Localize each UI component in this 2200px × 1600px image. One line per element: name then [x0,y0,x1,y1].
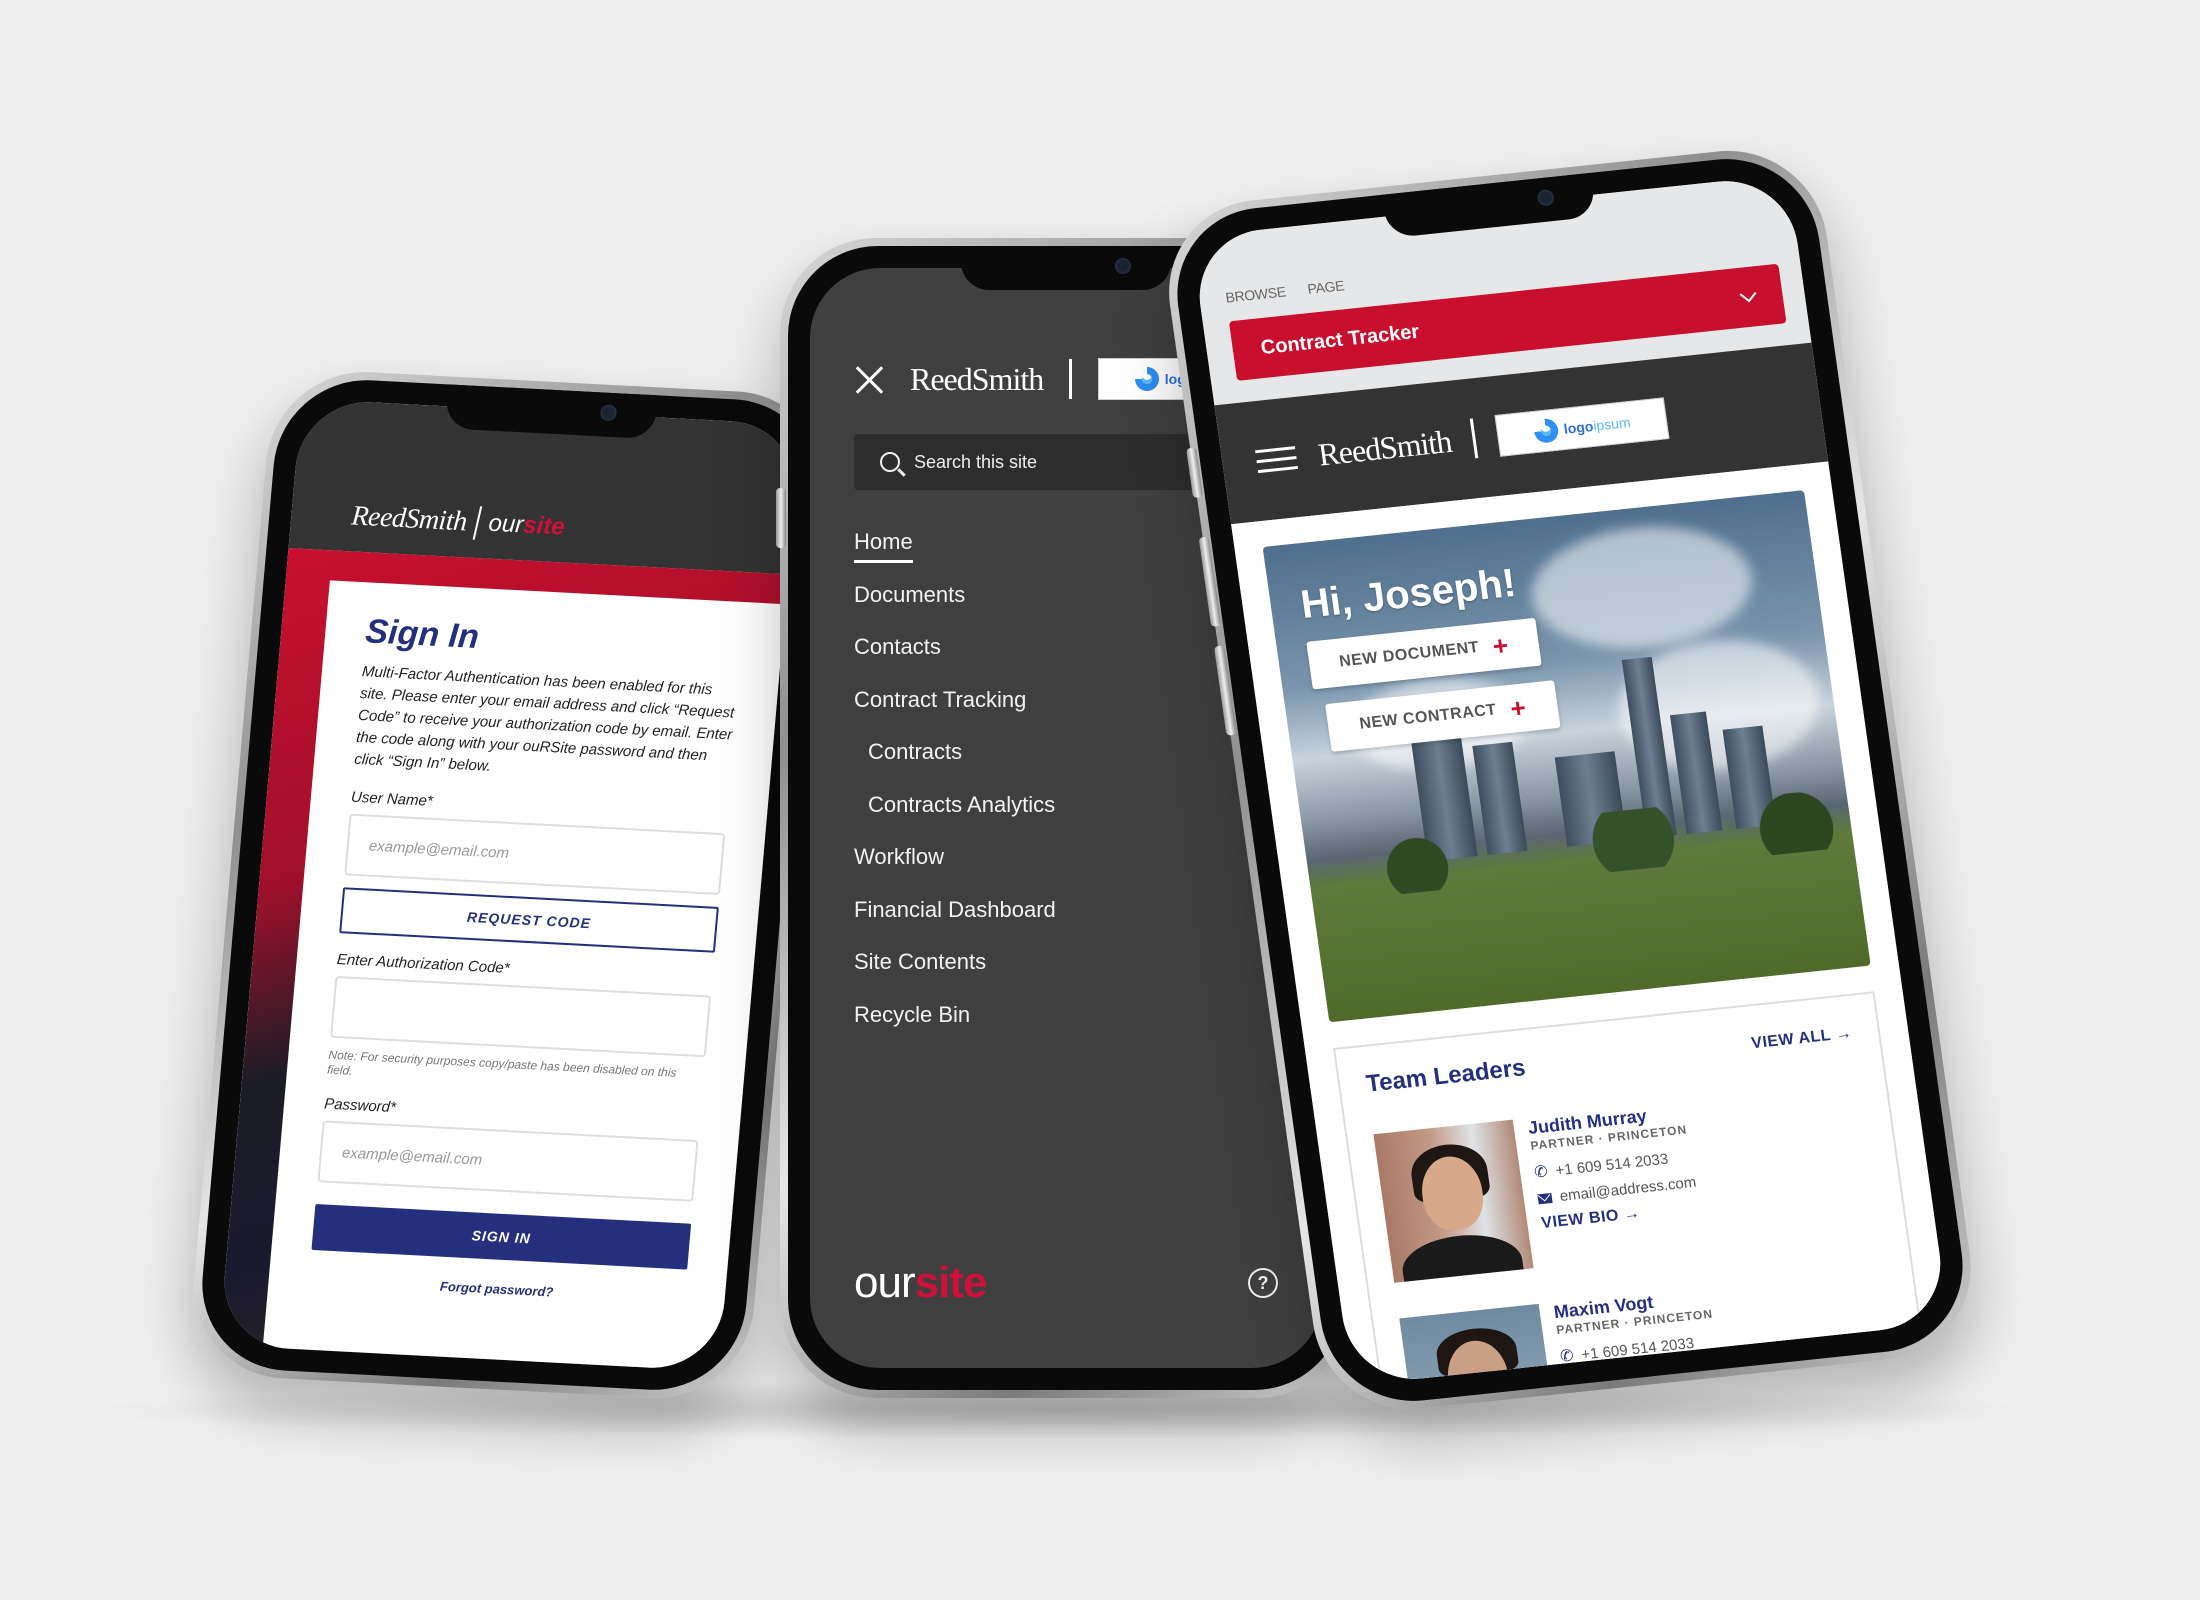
logo-divider [472,506,483,540]
forgot-password-link[interactable]: Forgot password? [308,1272,685,1307]
nav-item-label: Contracts Analytics [868,791,1056,817]
logo-divider [1469,418,1479,459]
partner-logo: logoipsum [1494,397,1670,457]
menu-footer: oursite ? [854,1258,1278,1308]
search-icon [880,452,900,472]
nav-item-label: Contract Tracking [854,686,1027,712]
team-leaders-card: Team Leaders VIEW ALL → Judith Murray PA… [1333,991,1943,1386]
auth-code-input[interactable] [330,975,712,1058]
signin-card: Sign In Multi-Factor Authentication has … [262,580,786,1372]
logo-text-accent: ipsum [1592,414,1632,434]
leader-phone[interactable]: +1 609 514 2033 [1580,1334,1695,1363]
nav-item-site-contents[interactable]: Site Contents [854,936,1322,989]
new-document-label: NEW DOCUMENT [1338,638,1481,671]
leader-phone[interactable]: +1 609 514 2033 [1554,1150,1669,1179]
hero-banner: Hi, Joseph! NEW DOCUMENT + NEW CONTRACT … [1262,490,1871,1023]
nav-item-label: Financial Dashboard [854,896,1056,922]
nav-item-label: Contracts [868,739,963,764]
oursite-suffix: site [522,511,566,541]
close-icon[interactable] [854,364,884,394]
nav-item-label: Documents [854,581,966,607]
team-leaders-title: Team Leaders [1364,1054,1528,1098]
reedsmith-logo: ReedSmith [910,360,1044,397]
site-selector-label: Contract Tracker [1259,320,1421,359]
phone-side-button [776,488,786,548]
logoipsum-mark-icon [1134,367,1159,391]
auth-code-note: Note: For security purposes copy/paste h… [326,1047,678,1080]
oursite-prefix: our [854,1258,916,1307]
nav-item-label: Site Contents [854,949,987,974]
phone-notch [961,246,1171,290]
oursite-logo: oursite [854,1258,988,1308]
oursite-prefix: our [487,509,525,539]
signin-description: Multi-Factor Authentication has been ena… [353,663,735,775]
signin-background: Sign In Multi-Factor Authentication has … [218,548,789,1372]
signin-title: Sign In [363,612,481,657]
plus-icon: + [1508,692,1529,724]
new-document-button[interactable]: NEW DOCUMENT + [1306,617,1542,690]
camera-icon [1536,188,1555,207]
logo-text-main: logo [1562,417,1595,437]
avatar [1373,1119,1534,1283]
help-icon[interactable]: ? [1248,1268,1278,1298]
ribbon-tab-browse[interactable]: BROWSE [1224,283,1286,305]
phone-icon: ✆ [1559,1347,1575,1366]
mail-icon [1537,1192,1553,1204]
oursite-logo: oursite [487,509,566,542]
nav-item-label: Contacts [854,634,941,659]
view-all-link[interactable]: VIEW ALL → [1750,1025,1853,1053]
request-code-button[interactable]: REQUEST CODE [339,887,719,953]
nav-item-label: Recycle Bin [854,1001,971,1027]
oursite-suffix: site [914,1258,988,1307]
phone-signin-screen: ReedSmith oursite Sign In Multi-Factor A… [186,367,834,1403]
new-contract-label: NEW CONTRACT [1358,701,1498,733]
reedsmith-logo: ReedSmith [1315,422,1454,473]
reedsmith-logo: ReedSmith [350,500,469,538]
search-placeholder: Search this site [914,451,1038,472]
hamburger-menu-icon[interactable] [1254,445,1298,473]
team-leader-item: Judith Murray PARTNER · PRINCETON ✆ +1 60… [1373,1083,1879,1283]
mail-icon [1563,1376,1579,1386]
camera-icon [599,404,618,422]
nav-item-recycle-bin[interactable]: Recycle Bin [854,989,1322,1042]
nav-item-label: Workflow [854,844,945,869]
chevron-down-icon [1739,285,1757,303]
avatar [1399,1303,1560,1386]
signin-button[interactable]: SIGN IN [311,1204,692,1270]
logo-divider [1069,359,1073,399]
team-leader-item: Maxim Vogt PARTNER · PRINCETON ✆ +1 609 5… [1399,1267,1905,1386]
phone-icon: ✆ [1533,1163,1549,1182]
username-input[interactable]: example@email.com [344,813,726,896]
nav-item-label: Home [854,529,913,563]
ribbon-tab-page[interactable]: PAGE [1306,277,1345,297]
password-input[interactable]: example@email.com [317,1120,699,1202]
logoipsum-mark-icon [1532,417,1560,444]
plus-icon: + [1490,629,1511,662]
camera-icon [1115,258,1131,274]
